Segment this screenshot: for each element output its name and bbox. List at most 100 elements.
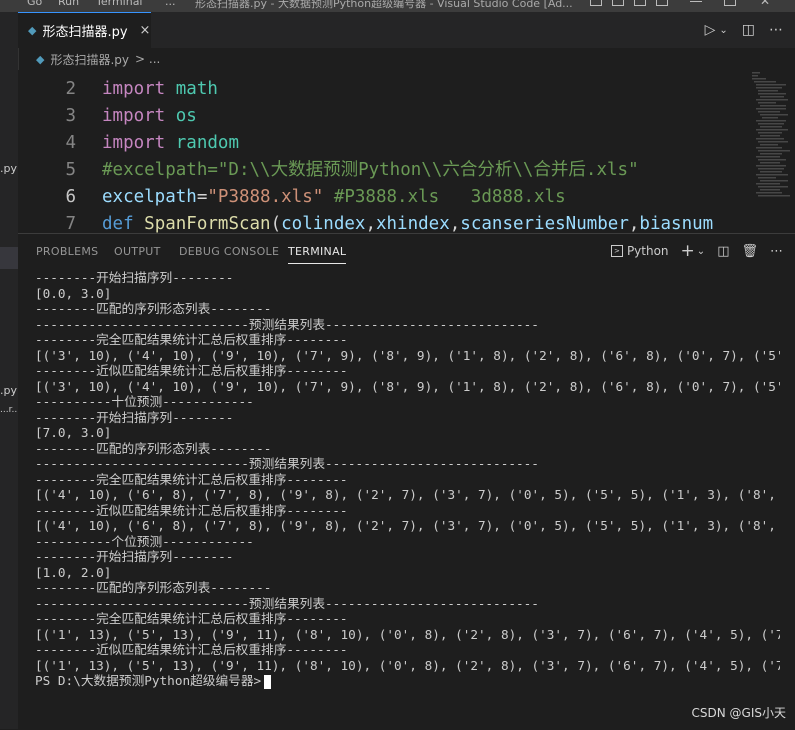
sidebar-file-fragment[interactable]: .py xyxy=(0,384,17,397)
terminal-line: --------匹配的序列形态列表-------- xyxy=(35,440,272,456)
code-token: scanseriesNumber xyxy=(460,214,629,233)
more-actions-icon[interactable]: ⋯ xyxy=(769,22,783,38)
split-editor-icon[interactable]: ◫ xyxy=(742,22,755,38)
minimize-icon[interactable] xyxy=(690,0,702,2)
run-icon[interactable]: ▷ xyxy=(705,22,716,38)
terminal-profile-label: Python xyxy=(626,244,669,258)
chevron-down-icon[interactable]: ⌄ xyxy=(719,25,727,36)
tab-terminal[interactable]: TERMINAL xyxy=(288,245,347,264)
terminal-icon: > xyxy=(610,245,623,257)
explorer-sidebar: .py .py ...r... xyxy=(0,12,19,729)
trash-icon[interactable]: 🗑 xyxy=(741,244,758,259)
code-token: SpanFormScan xyxy=(144,214,271,233)
editor-tab-bar: ◆ 形态扫描器.py × ▷ ⌄ ◫ ⋯ xyxy=(18,12,795,48)
code-token: def xyxy=(102,214,134,233)
tab-output[interactable]: OUTPUT xyxy=(114,245,161,258)
breadcrumb-file[interactable]: 形态扫描器.py xyxy=(50,51,129,68)
terminal-prompt-line[interactable]: PS D:\大数据预测Python超级编号器> xyxy=(35,673,780,689)
menu-more[interactable]: ... xyxy=(165,0,176,8)
minimap-preview xyxy=(752,72,790,197)
customize-layout-icon[interactable] xyxy=(656,0,668,6)
watermark: CSDN @GIS小天 xyxy=(691,706,786,720)
terminal-line: ----------个位预测------------ xyxy=(35,533,254,549)
code-editor[interactable]: 2 import math 3 import os 4 import random 5 #ex… xyxy=(18,70,742,233)
tab-active-file[interactable]: ◆ 形态扫描器.py × xyxy=(18,12,151,48)
line-number: 3 xyxy=(65,106,76,126)
code-token: #excelpath="D:\\大数据预测Python\\六合分析\\合并后.x… xyxy=(102,160,639,180)
terminal-line: --------开始扫描序列-------- xyxy=(35,549,234,564)
line-number: 6 xyxy=(65,187,76,207)
code-token: excelpath xyxy=(102,187,197,207)
toggle-panel-icon[interactable] xyxy=(612,0,624,6)
sidebar-file-fragment[interactable]: .py xyxy=(0,162,17,175)
terminal-line: --------匹配的序列形态列表-------- xyxy=(35,580,272,595)
terminal-line: [7.0, 3.0] xyxy=(35,425,112,440)
terminal-line: [('3', 10), ('4', 10), ('9', 10), ('7', … xyxy=(35,378,780,394)
code-line[interactable]: 5 #excelpath="D:\\大数据预测Python\\六合分析\\合并后.… xyxy=(18,157,742,184)
terminal-line: --------完全匹配结果统计汇总后权重排序-------- xyxy=(35,332,348,347)
bottom-panel: PROBLEMS OUTPUT DEBUG CONSOLE TERMINAL >… xyxy=(18,233,795,730)
terminal-line: [0.0, 3.0] xyxy=(35,285,112,301)
tab-problems[interactable]: PROBLEMS xyxy=(36,245,98,258)
close-window-icon[interactable]: ✕ xyxy=(760,0,772,8)
code-token: #P3888.xls 3d888.xls xyxy=(333,187,566,207)
tab-label: 形态扫描器.py xyxy=(42,25,128,40)
line-number: 7 xyxy=(65,214,76,233)
code-token: import xyxy=(102,133,166,153)
split-terminal-icon[interactable]: ◫ xyxy=(717,244,729,259)
chevron-down-icon[interactable]: ⌄ xyxy=(697,246,705,257)
menu-terminal[interactable]: Terminal xyxy=(96,0,143,8)
line-number: 5 xyxy=(65,160,76,180)
terminal-line: --------近似匹配结果统计汇总后权重排序-------- xyxy=(35,363,348,378)
code-token: xhindex xyxy=(375,214,450,233)
minimap[interactable] xyxy=(742,70,795,233)
terminal-output[interactable]: --------开始扫描序列-------- [0.0, 3.0] --------… xyxy=(35,270,780,730)
panel-actions: > Python + ⌄ ◫ 🗑 ⋯ xyxy=(610,241,783,261)
code-token: math xyxy=(175,79,218,99)
menu-run[interactable]: Run xyxy=(58,0,79,8)
title-bar: Go Run Terminal ... 形态扫描器.py - 大数据预测Pyth… xyxy=(0,0,795,12)
code-text: #excelpath="D:\\大数据预测Python\\六合分析\\合并后.x… xyxy=(102,157,639,184)
tab-debug-console[interactable]: DEBUG CONSOLE xyxy=(179,245,279,258)
terminal-line: --------近似匹配结果统计汇总后权重排序-------- xyxy=(35,642,348,657)
terminal-line: --------近似匹配结果统计汇总后权重排序-------- xyxy=(35,502,348,518)
code-line[interactable]: 2 import math xyxy=(18,76,742,103)
code-text: excelpath="P3888.xls" #P3888.xls 3d888.x… xyxy=(102,184,566,211)
terminal-line: [('4', 10), ('6', 8), ('7', 8), ('9', 8)… xyxy=(35,487,780,502)
sidebar-selected-item[interactable] xyxy=(0,247,18,269)
breadcrumb: ◆ 形态扫描器.py > ... xyxy=(18,48,795,70)
code-line[interactable]: 3 import os xyxy=(18,103,742,130)
sidebar-file-fragment[interactable]: ...r... xyxy=(0,405,18,415)
code-token: = xyxy=(196,187,208,207)
code-token: "P3888.xls" xyxy=(207,187,324,207)
terminal-profile-selector[interactable]: > Python xyxy=(610,244,669,258)
menu-go[interactable]: Go xyxy=(27,0,42,8)
terminal-line: [('1', 13), ('5', 13), ('9', 11), ('8', … xyxy=(35,626,780,642)
terminal-line: --------完全匹配结果统计汇总后权重排序-------- xyxy=(35,611,348,626)
code-text: import os xyxy=(102,103,197,130)
python-file-icon: ◆ xyxy=(36,52,45,66)
code-token: import xyxy=(102,106,166,126)
code-line[interactable]: 4 import random xyxy=(18,130,742,157)
terminal-cursor xyxy=(264,674,272,689)
line-number: 2 xyxy=(65,79,76,99)
code-line[interactable]: 6 excelpath="P3888.xls" #P3888.xls 3d888.… xyxy=(18,184,742,211)
terminal-line: [('4', 10), ('6', 8), ('7', 8), ('9', 8)… xyxy=(35,518,780,533)
breadcrumb-more[interactable]: > ... xyxy=(135,52,160,66)
terminal-scrollbar[interactable] xyxy=(781,270,795,730)
close-tab-icon[interactable]: × xyxy=(140,23,151,38)
editor-actions: ▷ ⌄ ◫ ⋯ xyxy=(705,12,795,48)
toggle-secondary-sidebar-icon[interactable] xyxy=(634,0,646,6)
terminal-line: ----------------------------预测结果列表------… xyxy=(35,595,539,611)
code-line[interactable]: 7 def SpanFormScan(colindex,xhindex,scans… xyxy=(18,211,742,233)
toggle-sidebar-icon[interactable] xyxy=(590,0,602,6)
more-actions-icon[interactable]: ⋯ xyxy=(770,244,783,259)
line-number: 4 xyxy=(65,133,76,153)
add-terminal-icon[interactable]: + xyxy=(681,241,695,261)
restore-icon[interactable] xyxy=(724,0,736,6)
code-token: random xyxy=(175,133,239,153)
code-token: import xyxy=(102,79,166,99)
